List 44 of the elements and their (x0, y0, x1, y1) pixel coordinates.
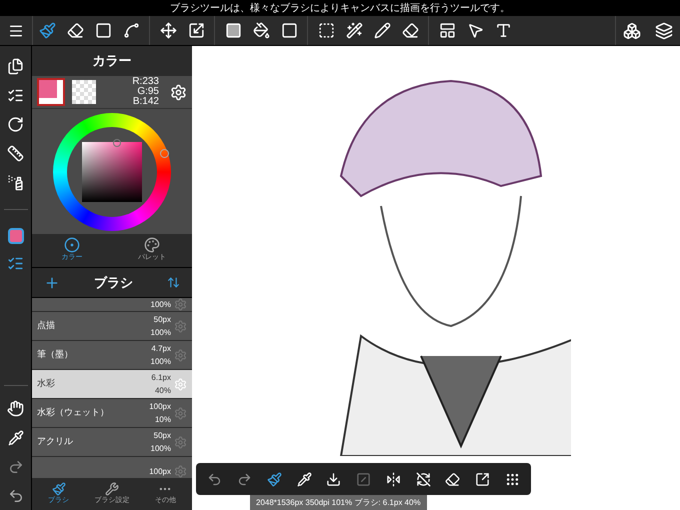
canvas[interactable]: 2048*1536px 350dpi 101% ブラシ: 6.1px 40% (192, 46, 680, 510)
brush-item[interactable]: 水彩（ウェット） 100px 10% (32, 399, 192, 428)
brush-item[interactable]: アクリル 50px 100% (32, 428, 192, 457)
brush-name: 水彩 (37, 377, 56, 390)
panel-title: ブラシ (94, 274, 133, 292)
color-swatch[interactable] (37, 78, 65, 106)
brush-size: 6.1px (151, 372, 171, 384)
rgb-value: B:142 (132, 97, 159, 107)
brush-item[interactable]: 100% (32, 298, 192, 312)
circle-icon (64, 237, 80, 254)
hue-handle[interactable] (160, 148, 169, 158)
brush-opacity: 100% (150, 443, 171, 455)
palette-icon (144, 237, 160, 254)
transparent-swatch[interactable] (72, 80, 96, 104)
brush-name: 水彩（ウェット） (37, 406, 110, 420)
brush-size: 100px (149, 466, 171, 478)
brush-item[interactable]: 筆（墨） 4.7px 100% (32, 341, 192, 370)
brush-size: 4.7px (151, 343, 171, 355)
canvas-info: 2048*1536px 350dpi 101% ブラシ: 6.1px 40% (256, 496, 421, 508)
brush-size: 50px (154, 430, 171, 442)
status-message: ブラシツールは、様々なブラシによりキャンバスに描画を行うツールです。 (170, 2, 510, 16)
rgb-value: G:95 (137, 87, 159, 97)
brush-opacity: 100% (150, 356, 171, 368)
brush-size: 50px (154, 314, 171, 326)
brush-item[interactable]: 点描 50px 100% (32, 312, 192, 341)
saturation-square[interactable] (82, 142, 142, 202)
brush-size: 100px (149, 401, 171, 413)
foreground-color (39, 80, 57, 98)
panel-title: カラー (92, 52, 132, 70)
brush-name: 筆（墨） (37, 348, 74, 362)
brush-opacity: 10% (154, 414, 171, 426)
brush-item[interactable]: 100px (32, 457, 192, 478)
picker-handle[interactable] (113, 138, 121, 146)
rgb-value: R:233 (132, 77, 159, 87)
sort-icon[interactable] (167, 276, 180, 289)
brush-name: 点描 (37, 319, 56, 332)
brush-opacity: 40% (154, 385, 171, 397)
brush-opacity: 100% (150, 299, 171, 311)
brush-name: アクリル (37, 435, 74, 448)
brush-opacity: 100% (150, 327, 171, 339)
add-icon[interactable] (44, 274, 60, 290)
brush-item[interactable]: 水彩 6.1px 40% (32, 370, 192, 399)
brush-icon (52, 482, 66, 496)
wrench-icon (104, 482, 119, 496)
